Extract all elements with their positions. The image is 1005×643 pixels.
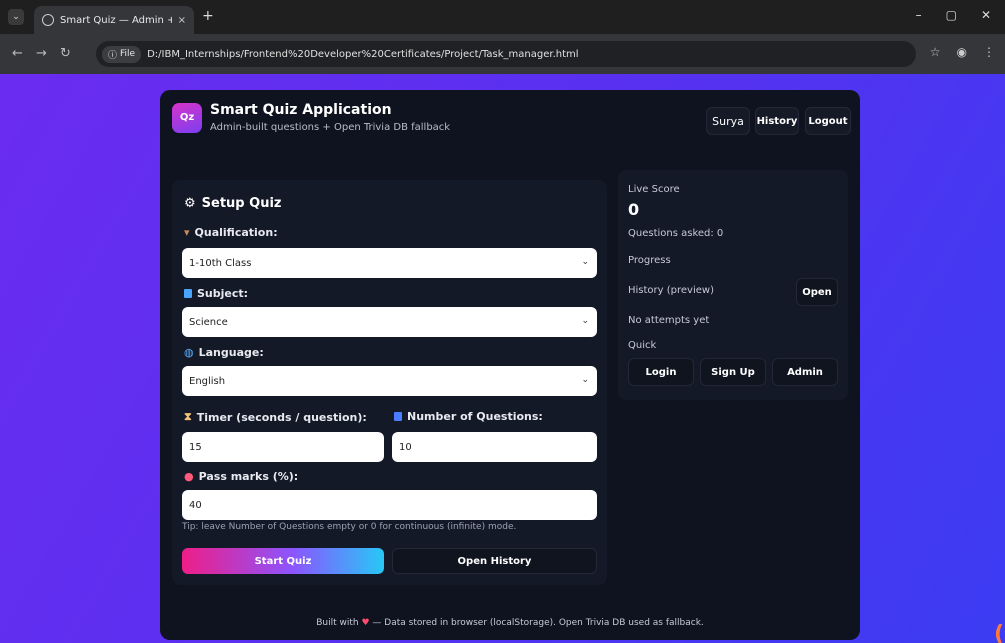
timer-label-row: ⧗ Timer (seconds / question): — [184, 410, 367, 424]
url-text[interactable]: D:/IBM_Internships/Frontend%20Developer%… — [147, 49, 578, 60]
history-preview-label: History (preview) — [628, 285, 714, 296]
score-value: 0 — [628, 200, 640, 219]
info-icon: ⓘ — [108, 50, 118, 61]
toolbar-right: ☆ ◉ ⋮ — [930, 45, 995, 59]
setup-quiz-panel: ⚙ Setup Quiz ▾ Qualification: 1-10th Cla… — [172, 180, 607, 585]
numq-label: Number of Questions: — [407, 410, 543, 423]
no-attempts-text: No attempts yet — [628, 315, 710, 326]
graduation-cap-icon: ▾ — [184, 226, 190, 239]
profile-icon[interactable]: ◉ — [957, 45, 967, 59]
questions-asked: Questions asked: 0 — [628, 228, 724, 239]
browser-tab-bar: ⌄ Smart Quiz — Admin + OpenTr × + – ▢ ✕ — [0, 0, 1005, 34]
window-controls: – ▢ ✕ — [916, 8, 991, 22]
minimize-icon[interactable]: – — [916, 8, 922, 22]
signup-button[interactable]: Sign Up — [700, 358, 766, 386]
gear-icon: ⚙ — [184, 196, 196, 211]
history-button[interactable]: History — [755, 107, 799, 135]
new-tab-button[interactable]: + — [202, 8, 214, 24]
num-questions-input[interactable]: 10 — [392, 432, 597, 462]
restore-icon[interactable]: ▢ — [946, 8, 957, 22]
footer-built-with: Built with — [316, 618, 359, 628]
globe-icon — [42, 14, 54, 26]
language-select[interactable]: English ⌄ — [182, 366, 597, 396]
numq-label-row: Number of Questions: — [394, 410, 543, 423]
tab-title: Smart Quiz — Admin + OpenTr — [60, 14, 172, 26]
live-score-label: Live Score — [628, 184, 680, 195]
login-button[interactable]: Login — [628, 358, 694, 386]
kebab-menu-icon[interactable]: ⋮ — [983, 45, 995, 59]
admin-button[interactable]: Admin — [772, 358, 838, 386]
app-subtitle: Admin-built questions + Open Trivia DB f… — [210, 122, 451, 133]
logout-button[interactable]: Logout — [805, 107, 851, 135]
reload-icon[interactable]: ↻ — [60, 46, 71, 61]
timer-input[interactable]: 15 — [182, 432, 384, 462]
tab-search-icon[interactable]: ⌄ — [8, 9, 24, 25]
hourglass-icon: ⧗ — [184, 410, 192, 423]
site-info-chip[interactable]: ⓘ File — [102, 45, 142, 63]
footer: Built with ♥ — Data stored in browser (l… — [160, 618, 860, 628]
partial-overlay-glyph: ( — [994, 622, 1005, 643]
file-chip-label: File — [120, 49, 136, 59]
open-history-preview-button[interactable]: Open — [796, 278, 838, 306]
book-icon — [184, 289, 192, 298]
progress-label: Progress — [628, 255, 671, 266]
close-window-icon[interactable]: ✕ — [981, 8, 991, 22]
globe-icon: ◍ — [184, 346, 194, 359]
language-label-row: ◍ Language: — [184, 346, 264, 359]
browser-tab[interactable]: Smart Quiz — Admin + OpenTr × — [34, 6, 194, 34]
language-value: English — [189, 375, 226, 387]
target-icon: ● — [184, 470, 194, 483]
footer-rest: — Data stored in browser (localStorage).… — [372, 618, 704, 628]
setup-title-row: ⚙ Setup Quiz — [184, 196, 281, 211]
user-badge: Surya — [706, 107, 750, 135]
chevron-down-icon: ⌄ — [581, 316, 589, 326]
app-logo: Qz — [172, 103, 202, 133]
qualification-label: Qualification: — [194, 226, 278, 239]
live-score-panel: Live Score 0 Questions asked: 0 Progress… — [618, 170, 848, 400]
start-quiz-button[interactable]: Start Quiz — [182, 548, 384, 574]
address-bar-row: ← → ↻ ⓘ File D:/IBM_Internships/Frontend… — [0, 34, 1005, 74]
pass-label: Pass marks (%): — [198, 470, 299, 483]
heart-icon: ♥ — [361, 618, 370, 628]
setup-title: Setup Quiz — [201, 196, 282, 211]
language-label: Language: — [198, 346, 264, 359]
bookmark-star-icon[interactable]: ☆ — [930, 45, 941, 59]
qualification-value: 1-10th Class — [189, 257, 252, 269]
subject-label: Subject: — [197, 287, 249, 300]
qualification-label-row: ▾ Qualification: — [184, 226, 278, 239]
subject-select[interactable]: Science ⌄ — [182, 307, 597, 337]
open-history-button[interactable]: Open History — [392, 548, 597, 574]
chevron-down-icon: ⌄ — [581, 257, 589, 267]
timer-label: Timer (seconds / question): — [196, 410, 367, 424]
page-viewport: Qz Smart Quiz Application Admin-built qu… — [0, 74, 1005, 643]
pass-marks-input[interactable]: 40 — [182, 490, 597, 520]
numbers-icon — [394, 412, 402, 421]
chevron-down-icon: ⌄ — [581, 375, 589, 385]
tab-close-button[interactable]: × — [178, 15, 186, 26]
qualification-select[interactable]: 1-10th Class ⌄ — [182, 248, 597, 278]
subject-label-row: Subject: — [184, 287, 248, 300]
pass-label-row: ● Pass marks (%): — [184, 470, 298, 483]
forward-icon[interactable]: → — [36, 46, 47, 61]
omnibox[interactable]: ⓘ File D:/IBM_Internships/Frontend%20Dev… — [96, 41, 916, 67]
app-title: Smart Quiz Application — [210, 102, 392, 118]
tip-text: Tip: leave Number of Questions empty or … — [182, 522, 517, 532]
quick-label: Quick — [628, 340, 657, 351]
back-icon[interactable]: ← — [12, 46, 23, 61]
app-card: Qz Smart Quiz Application Admin-built qu… — [160, 90, 860, 640]
subject-value: Science — [189, 316, 228, 328]
